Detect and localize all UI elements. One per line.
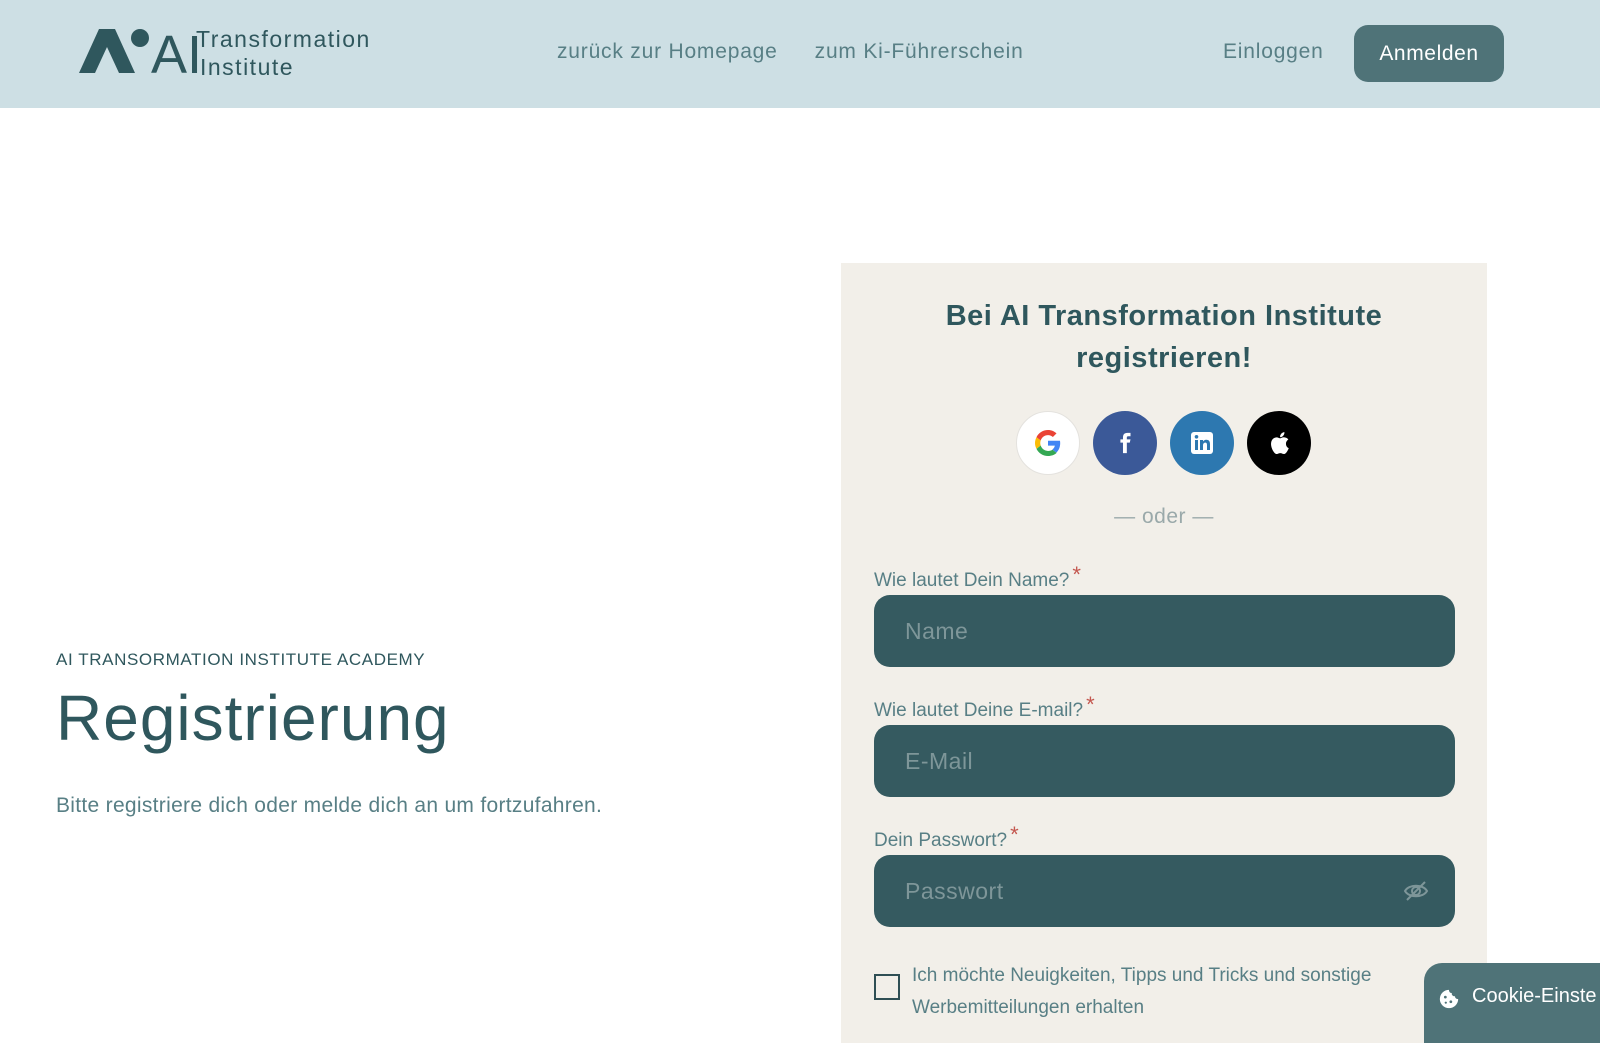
signup-button[interactable]: Anmelden	[1354, 25, 1504, 82]
required-marker: *	[1086, 692, 1095, 717]
login-link[interactable]: Einloggen	[1223, 40, 1324, 64]
registration-card: Bei AI Transformation Institute registri…	[841, 263, 1487, 1043]
linkedin-login-button[interactable]	[1170, 411, 1234, 475]
main-nav: zurück zur Homepage zum Ki-Führerschein	[557, 40, 1024, 64]
nav-link-homepage[interactable]: zurück zur Homepage	[557, 40, 778, 64]
apple-icon	[1271, 432, 1289, 455]
linkedin-icon	[1191, 432, 1213, 454]
logo[interactable]: AI Transformation Institute	[58, 25, 369, 80]
email-label-text: Wie lautet Deine E-mail?	[874, 700, 1084, 721]
site-header: AI Transformation Institute zurück zur H…	[0, 0, 1600, 108]
facebook-icon	[1120, 432, 1131, 454]
cookie-settings-label: Cookie-Einste	[1472, 985, 1597, 1007]
name-placeholder: Name	[905, 617, 969, 644]
cookie-settings-button[interactable]: Cookie-Einste	[1424, 963, 1600, 1043]
page-subtitle: Bitte registriere dich oder melde dich a…	[56, 794, 603, 817]
password-label-text: Dein Passwort?	[874, 830, 1008, 851]
logo-mark-text: AI	[151, 25, 202, 79]
nav-link-ki-fuehrerschein[interactable]: zum Ki-Führerschein	[815, 40, 1024, 64]
password-input[interactable]: Passwort	[874, 855, 1455, 927]
google-icon	[1035, 430, 1061, 456]
social-login-group	[1016, 411, 1311, 475]
name-input[interactable]: Name	[874, 595, 1455, 667]
card-title: Bei AI Transformation Institute registri…	[945, 300, 1383, 374]
email-label: Wie lautet Deine E-mail? *	[874, 692, 1095, 722]
hero: AI TRANSORMATION INSTITUTE ACADEMY Regis…	[56, 650, 776, 818]
or-divider: — oder —	[1114, 505, 1214, 528]
eyebrow: AI TRANSORMATION INSTITUTE ACADEMY	[56, 650, 426, 669]
logo-text: Transformation Institute	[196, 25, 371, 81]
email-input[interactable]: E-Mail	[874, 725, 1455, 797]
required-marker: *	[1072, 562, 1081, 587]
email-placeholder: E-Mail	[905, 747, 974, 774]
newsletter-label: Ich möchte Neuigkeiten, Tipps und Tricks…	[912, 965, 1372, 1018]
facebook-login-button[interactable]	[1093, 411, 1157, 475]
eye-slash-icon[interactable]	[1403, 879, 1429, 903]
cookie-icon	[1439, 989, 1459, 1009]
password-placeholder: Passwort	[905, 877, 1004, 904]
logo-text-line1: Transformation	[196, 26, 371, 52]
page-title: Registrierung	[56, 682, 450, 754]
logo-text-line2: Institute	[200, 54, 295, 80]
required-marker: *	[1010, 822, 1019, 847]
newsletter-checkbox[interactable]	[874, 974, 900, 1000]
password-label: Dein Passwort? *	[874, 822, 1019, 852]
google-login-button[interactable]	[1016, 411, 1080, 475]
name-label: Wie lautet Dein Name? *	[874, 562, 1081, 592]
name-label-text: Wie lautet Dein Name?	[874, 570, 1070, 591]
apple-login-button[interactable]	[1247, 411, 1311, 475]
